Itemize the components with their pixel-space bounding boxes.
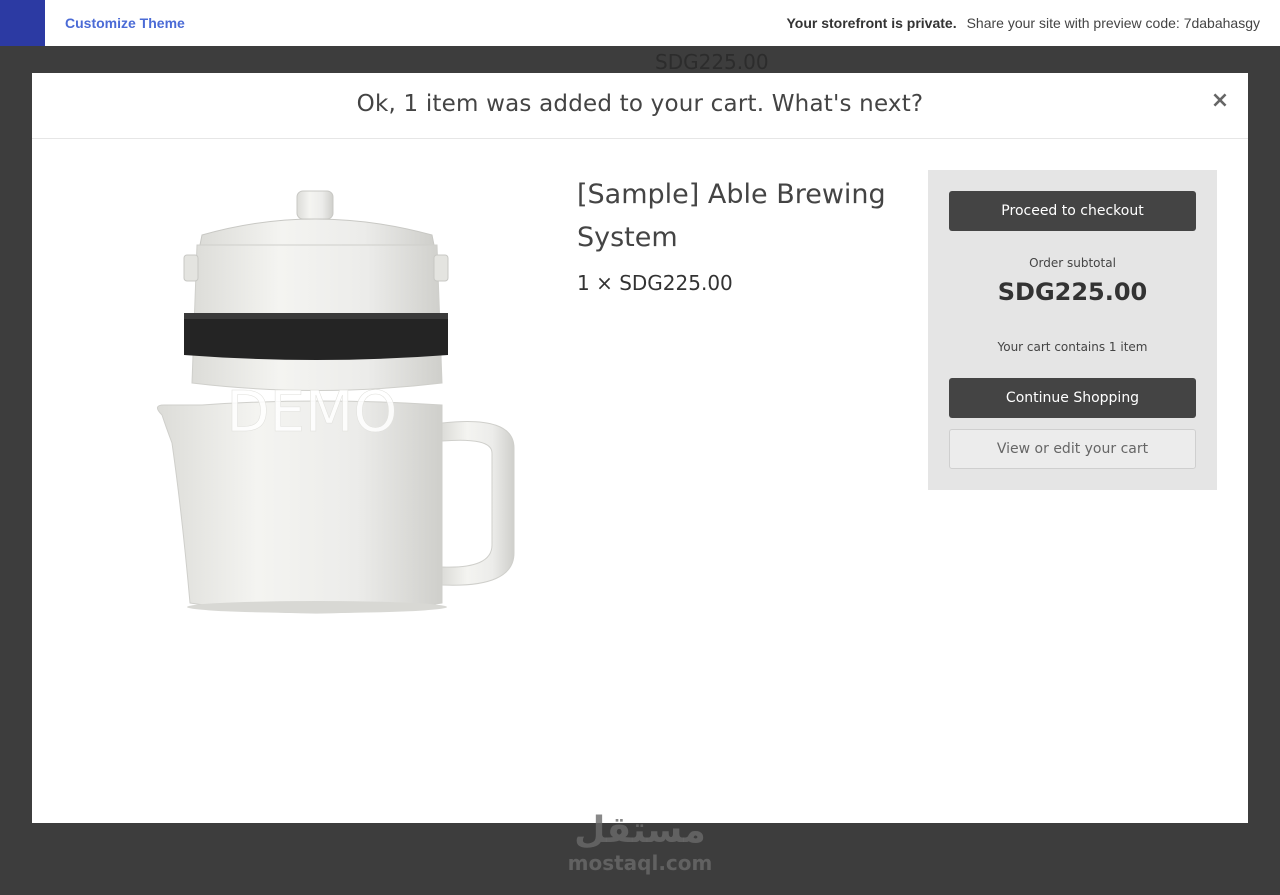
- product-name[interactable]: [Sample] Able Brewing System: [577, 173, 927, 259]
- watermark-latin-text: mostaql.com: [568, 851, 713, 875]
- customize-theme-link[interactable]: Customize Theme: [65, 15, 185, 31]
- view-edit-cart-button[interactable]: View or edit your cart: [949, 429, 1196, 469]
- cart-summary-panel: Proceed to checkout Order subtotal SDG22…: [928, 170, 1217, 490]
- order-subtotal-value: SDG225.00: [997, 278, 1148, 306]
- mostaql-watermark-logo: مستقل mostaql.com: [568, 810, 713, 875]
- order-subtotal-label: Order subtotal: [1029, 256, 1116, 270]
- add-to-cart-modal: Ok, 1 item was added to your cart. What'…: [32, 73, 1248, 823]
- preview-code-text: Share your site with preview code: 7daba…: [966, 15, 1260, 31]
- background-price: SDG225.00: [655, 50, 769, 74]
- proceed-to-checkout-button[interactable]: Proceed to checkout: [949, 191, 1196, 231]
- preview-topbar: Customize Theme Your storefront is priva…: [0, 0, 1280, 46]
- demo-watermark-text: DEMO: [227, 380, 398, 445]
- private-label: Your storefront is private.: [786, 15, 957, 31]
- modal-title: Ok, 1 item was added to your cart. What'…: [356, 91, 924, 117]
- product-quantity-price: 1 × SDG225.00: [577, 271, 733, 295]
- continue-shopping-button[interactable]: Continue Shopping: [949, 378, 1196, 418]
- modal-header: Ok, 1 item was added to your cart. What'…: [32, 73, 1248, 139]
- close-icon[interactable]: ×: [1208, 89, 1232, 113]
- storefront-private-notice: Your storefront is private. Share your si…: [786, 15, 1260, 31]
- product-image: DEMO: [157, 190, 515, 614]
- watermark-arabic-text: مستقل: [574, 810, 706, 851]
- cart-item-count: Your cart contains 1 item: [997, 340, 1148, 354]
- brand-block: [0, 0, 45, 46]
